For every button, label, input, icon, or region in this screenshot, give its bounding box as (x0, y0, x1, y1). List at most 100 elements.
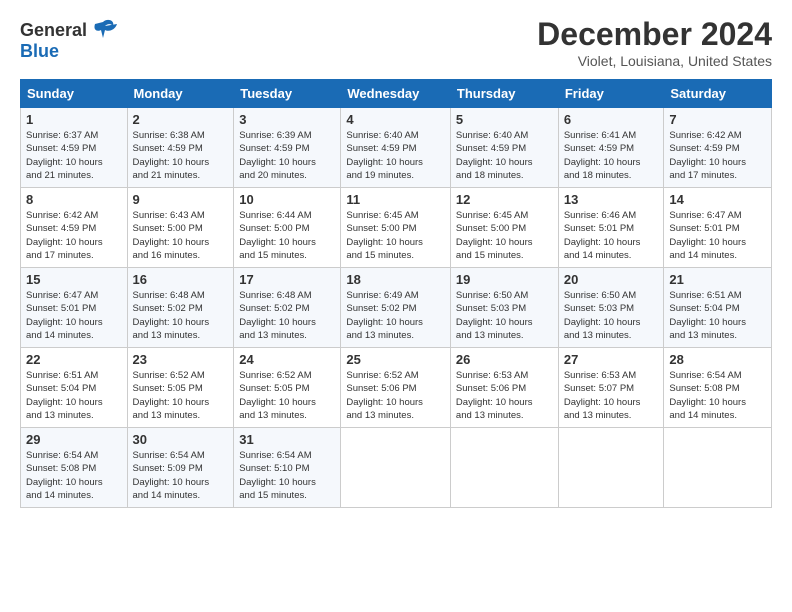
day-number: 6 (564, 112, 659, 127)
day-number: 31 (239, 432, 335, 447)
day-number: 30 (133, 432, 229, 447)
day-number: 1 (26, 112, 122, 127)
calendar-cell: 19 Sunrise: 6:50 AM Sunset: 5:03 PM Dayli… (450, 268, 558, 348)
calendar-cell: 16 Sunrise: 6:48 AM Sunset: 5:02 PM Dayli… (127, 268, 234, 348)
month-title: December 2024 (537, 16, 772, 53)
calendar-cell: 1 Sunrise: 6:37 AM Sunset: 4:59 PM Daylig… (21, 108, 128, 188)
calendar-cell: 8Sunrise: 6:42 AM Sunset: 4:59 PM Daylig… (21, 188, 128, 268)
header-day: Monday (127, 80, 234, 108)
day-number: 23 (133, 352, 229, 367)
day-number: 19 (456, 272, 553, 287)
day-info: Sunrise: 6:42 AM Sunset: 4:59 PM Dayligh… (669, 129, 766, 182)
calendar-cell: 4 Sunrise: 6:40 AM Sunset: 4:59 PM Daylig… (341, 108, 451, 188)
day-info: Sunrise: 6:39 AM Sunset: 4:59 PM Dayligh… (239, 129, 335, 182)
day-info: Sunrise: 6:45 AM Sunset: 5:00 PM Dayligh… (456, 209, 553, 262)
day-number: 13 (564, 192, 659, 207)
day-info: Sunrise: 6:48 AM Sunset: 5:02 PM Dayligh… (133, 289, 229, 342)
calendar-cell: 5 Sunrise: 6:40 AM Sunset: 4:59 PM Daylig… (450, 108, 558, 188)
day-info: Sunrise: 6:37 AM Sunset: 4:59 PM Dayligh… (26, 129, 122, 182)
day-number: 5 (456, 112, 553, 127)
day-number: 10 (239, 192, 335, 207)
day-number: 9 (133, 192, 229, 207)
calendar-cell (558, 428, 664, 508)
calendar-cell: 2Sunrise: 6:38 AM Sunset: 4:59 PM Daylig… (127, 108, 234, 188)
calendar-week-row: 8Sunrise: 6:42 AM Sunset: 4:59 PM Daylig… (21, 188, 772, 268)
day-number: 15 (26, 272, 122, 287)
calendar-cell: 14Sunrise: 6:47 AM Sunset: 5:01 PM Dayli… (664, 188, 772, 268)
calendar-cell: 13Sunrise: 6:46 AM Sunset: 5:01 PM Dayli… (558, 188, 664, 268)
day-info: Sunrise: 6:54 AM Sunset: 5:08 PM Dayligh… (669, 369, 766, 422)
calendar-cell: 18Sunrise: 6:49 AM Sunset: 5:02 PM Dayli… (341, 268, 451, 348)
day-info: Sunrise: 6:53 AM Sunset: 5:07 PM Dayligh… (564, 369, 659, 422)
location: Violet, Louisiana, United States (537, 53, 772, 69)
day-number: 24 (239, 352, 335, 367)
calendar-cell: 6 Sunrise: 6:41 AM Sunset: 4:59 PM Daylig… (558, 108, 664, 188)
day-number: 3 (239, 112, 335, 127)
day-info: Sunrise: 6:40 AM Sunset: 4:59 PM Dayligh… (456, 129, 553, 182)
calendar-week-row: 15Sunrise: 6:47 AM Sunset: 5:01 PM Dayli… (21, 268, 772, 348)
logo-bird-icon (89, 16, 117, 44)
calendar-cell: 31 Sunrise: 6:54 AM Sunset: 5:10 PM Dayli… (234, 428, 341, 508)
page: General Blue December 2024 Violet, Louis… (0, 0, 792, 518)
day-info: Sunrise: 6:54 AM Sunset: 5:10 PM Dayligh… (239, 449, 335, 502)
calendar-cell: 24Sunrise: 6:52 AM Sunset: 5:05 PM Dayli… (234, 348, 341, 428)
calendar-cell: 17 Sunrise: 6:48 AM Sunset: 5:02 PM Dayli… (234, 268, 341, 348)
calendar-cell: 7Sunrise: 6:42 AM Sunset: 4:59 PM Daylig… (664, 108, 772, 188)
day-info: Sunrise: 6:43 AM Sunset: 5:00 PM Dayligh… (133, 209, 229, 262)
calendar-cell: 22 Sunrise: 6:51 AM Sunset: 5:04 PM Dayli… (21, 348, 128, 428)
day-info: Sunrise: 6:41 AM Sunset: 4:59 PM Dayligh… (564, 129, 659, 182)
calendar-week-row: 1 Sunrise: 6:37 AM Sunset: 4:59 PM Daylig… (21, 108, 772, 188)
day-info: Sunrise: 6:54 AM Sunset: 5:08 PM Dayligh… (26, 449, 122, 502)
day-number: 12 (456, 192, 553, 207)
calendar-cell: 12 Sunrise: 6:45 AM Sunset: 5:00 PM Dayli… (450, 188, 558, 268)
day-number: 26 (456, 352, 553, 367)
day-number: 20 (564, 272, 659, 287)
calendar-table: SundayMondayTuesdayWednesdayThursdayFrid… (20, 79, 772, 508)
calendar-cell: 15Sunrise: 6:47 AM Sunset: 5:01 PM Dayli… (21, 268, 128, 348)
day-info: Sunrise: 6:45 AM Sunset: 5:00 PM Dayligh… (346, 209, 445, 262)
day-info: Sunrise: 6:38 AM Sunset: 4:59 PM Dayligh… (133, 129, 229, 182)
day-number: 27 (564, 352, 659, 367)
header-day: Friday (558, 80, 664, 108)
day-info: Sunrise: 6:49 AM Sunset: 5:02 PM Dayligh… (346, 289, 445, 342)
day-number: 16 (133, 272, 229, 287)
calendar-cell: 20 Sunrise: 6:50 AM Sunset: 5:03 PM Dayli… (558, 268, 664, 348)
day-info: Sunrise: 6:51 AM Sunset: 5:04 PM Dayligh… (669, 289, 766, 342)
calendar-cell: 23Sunrise: 6:52 AM Sunset: 5:05 PM Dayli… (127, 348, 234, 428)
day-number: 21 (669, 272, 766, 287)
day-info: Sunrise: 6:51 AM Sunset: 5:04 PM Dayligh… (26, 369, 122, 422)
calendar-cell: 25 Sunrise: 6:52 AM Sunset: 5:06 PM Dayli… (341, 348, 451, 428)
calendar-week-row: 29 Sunrise: 6:54 AM Sunset: 5:08 PM Dayli… (21, 428, 772, 508)
day-info: Sunrise: 6:50 AM Sunset: 5:03 PM Dayligh… (564, 289, 659, 342)
day-info: Sunrise: 6:50 AM Sunset: 5:03 PM Dayligh… (456, 289, 553, 342)
calendar-cell: 28 Sunrise: 6:54 AM Sunset: 5:08 PM Dayli… (664, 348, 772, 428)
calendar-cell (450, 428, 558, 508)
day-number: 8 (26, 192, 122, 207)
day-info: Sunrise: 6:44 AM Sunset: 5:00 PM Dayligh… (239, 209, 335, 262)
day-number: 25 (346, 352, 445, 367)
day-number: 29 (26, 432, 122, 447)
day-number: 4 (346, 112, 445, 127)
calendar-cell (664, 428, 772, 508)
day-info: Sunrise: 6:40 AM Sunset: 4:59 PM Dayligh… (346, 129, 445, 182)
logo-blue: Blue (20, 42, 59, 60)
day-info: Sunrise: 6:53 AM Sunset: 5:06 PM Dayligh… (456, 369, 553, 422)
calendar-cell: 11 Sunrise: 6:45 AM Sunset: 5:00 PM Dayli… (341, 188, 451, 268)
calendar-cell: 30 Sunrise: 6:54 AM Sunset: 5:09 PM Dayli… (127, 428, 234, 508)
calendar-cell: 9 Sunrise: 6:43 AM Sunset: 5:00 PM Daylig… (127, 188, 234, 268)
header-day: Tuesday (234, 80, 341, 108)
day-number: 28 (669, 352, 766, 367)
calendar-cell: 21 Sunrise: 6:51 AM Sunset: 5:04 PM Dayli… (664, 268, 772, 348)
day-number: 11 (346, 192, 445, 207)
day-info: Sunrise: 6:52 AM Sunset: 5:06 PM Dayligh… (346, 369, 445, 422)
calendar-cell (341, 428, 451, 508)
header-day: Wednesday (341, 80, 451, 108)
day-info: Sunrise: 6:48 AM Sunset: 5:02 PM Dayligh… (239, 289, 335, 342)
day-number: 17 (239, 272, 335, 287)
header: General Blue December 2024 Violet, Louis… (20, 16, 772, 69)
day-number: 22 (26, 352, 122, 367)
day-info: Sunrise: 6:54 AM Sunset: 5:09 PM Dayligh… (133, 449, 229, 502)
header-day: Sunday (21, 80, 128, 108)
day-info: Sunrise: 6:47 AM Sunset: 5:01 PM Dayligh… (669, 209, 766, 262)
logo-general: General (20, 21, 87, 39)
